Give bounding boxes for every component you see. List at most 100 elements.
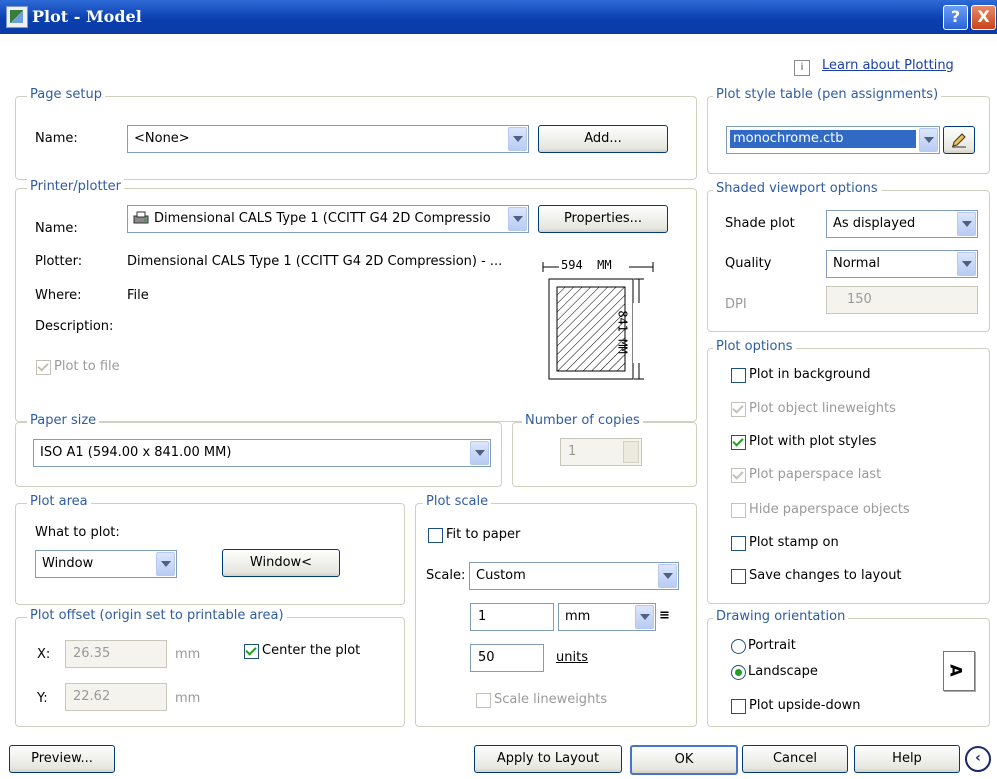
collapse-arrow-icon[interactable]: ‹	[965, 746, 991, 772]
equals-icon: ≡	[659, 608, 670, 623]
plot-scale-legend: Plot scale	[423, 494, 492, 509]
portrait-radio[interactable]	[731, 639, 746, 654]
window-title: Plot - Model	[32, 7, 142, 26]
orientation-preview-icon: A	[943, 651, 975, 691]
plot-option-checkbox[interactable]	[731, 569, 746, 584]
chevron-down-icon[interactable]	[508, 127, 527, 151]
plot-option-label[interactable]: Save changes to layout	[749, 568, 902, 583]
quality-value: Normal	[833, 256, 881, 271]
portrait-label[interactable]: Portrait	[748, 638, 796, 653]
help-title-button[interactable]: ?	[943, 5, 968, 30]
plot-offset-legend: Plot offset (origin set to printable are…	[27, 608, 287, 623]
preview-button[interactable]: Preview...	[9, 745, 115, 773]
copies-value: 1	[568, 444, 577, 459]
title-bar: Plot - Model ? X	[0, 0, 997, 34]
what-to-plot-value: Window	[42, 556, 94, 571]
paper-size-legend: Paper size	[27, 413, 100, 428]
y-offset-input: 22.62	[65, 683, 167, 711]
preview-height-label: 841 MM	[615, 310, 630, 354]
landscape-label[interactable]: Landscape	[748, 664, 818, 679]
scale-value1-input[interactable]: 1	[470, 603, 554, 631]
scale-unit-select[interactable]: mm	[558, 603, 656, 631]
shade-plot-label: Shade plot	[725, 216, 795, 231]
close-button[interactable]: X	[971, 5, 996, 30]
plot-options-legend: Plot options	[713, 339, 796, 354]
paper-size-select[interactable]: ISO A1 (594.00 x 841.00 MM)	[33, 439, 491, 467]
chevron-down-icon[interactable]	[957, 252, 976, 276]
fit-to-paper-label[interactable]: Fit to paper	[446, 527, 520, 542]
scale-select[interactable]: Custom	[469, 562, 679, 590]
page-setup-name-value: <None>	[134, 131, 190, 146]
chevron-down-icon[interactable]	[919, 128, 938, 152]
what-to-plot-label: What to plot:	[35, 525, 120, 540]
printer-name-label: Name:	[35, 221, 78, 236]
quality-label: Quality	[725, 256, 772, 271]
quality-select[interactable]: Normal	[826, 250, 978, 278]
pencil-edit-icon	[952, 133, 966, 148]
dpi-label: DPI	[725, 297, 747, 312]
scale-lineweights-checkbox	[476, 693, 491, 708]
center-plot-checkbox[interactable]	[244, 644, 259, 659]
scale-value: Custom	[476, 568, 526, 583]
shaded-viewport-legend: Shaded viewport options	[713, 181, 881, 196]
where-label: Where:	[35, 288, 82, 303]
plot-option-checkbox	[731, 468, 746, 483]
page-setup-legend: Page setup	[27, 87, 105, 102]
learn-about-plotting-link[interactable]: Learn about Plotting	[822, 58, 954, 73]
ok-button[interactable]: OK	[630, 745, 738, 775]
scale-value2-input[interactable]: 50	[470, 644, 544, 672]
add-button[interactable]: Add...	[538, 125, 668, 153]
plot-option-checkbox[interactable]	[731, 368, 746, 383]
fit-to-paper-checkbox[interactable]	[428, 528, 443, 543]
shade-plot-select[interactable]: As displayed	[826, 210, 978, 238]
plot-to-file-checkbox	[36, 360, 51, 375]
chevron-down-icon[interactable]	[957, 212, 976, 236]
description-label: Description:	[35, 319, 114, 334]
printer-icon	[132, 211, 150, 225]
page-setup-name-select[interactable]: <None>	[127, 125, 529, 153]
scale-value1: 1	[478, 609, 487, 624]
edit-plot-style-button[interactable]	[943, 126, 975, 154]
properties-button[interactable]: Properties...	[538, 205, 668, 233]
plot-option-checkbox	[731, 402, 746, 417]
plot-upside-down-label[interactable]: Plot upside-down	[749, 698, 861, 713]
plot-option-label[interactable]: Plot stamp on	[749, 535, 839, 550]
landscape-radio[interactable]	[731, 665, 746, 680]
chevron-down-icon[interactable]	[635, 605, 654, 629]
plot-option-label[interactable]: Plot with plot styles	[749, 434, 876, 449]
plot-option-label[interactable]: Plot in background	[749, 367, 871, 382]
plot-option-checkbox[interactable]	[731, 536, 746, 551]
window-pick-button[interactable]: Window<	[222, 549, 340, 577]
paper-size-value: ISO A1 (594.00 x 841.00 MM)	[40, 445, 232, 460]
scale-units-label: units	[556, 650, 588, 665]
plot-option-label: Plot object lineweights	[749, 401, 896, 416]
plot-style-legend: Plot style table (pen assignments)	[713, 87, 942, 102]
scale-unit-value: mm	[565, 609, 591, 624]
plot-upside-down-checkbox[interactable]	[731, 699, 746, 714]
what-to-plot-select[interactable]: Window	[35, 550, 177, 578]
cancel-button[interactable]: Cancel	[742, 745, 848, 773]
chevron-down-icon[interactable]	[658, 564, 677, 588]
plotter-label: Plotter:	[35, 254, 83, 269]
chevron-down-icon[interactable]	[470, 441, 489, 465]
printer-name-select[interactable]: Dimensional CALS Type 1 (CCITT G4 2D Com…	[127, 205, 529, 233]
center-plot-label[interactable]: Center the plot	[262, 643, 360, 658]
apply-to-layout-button[interactable]: Apply to Layout	[474, 745, 622, 773]
chevron-down-icon[interactable]	[156, 552, 175, 576]
where-value: File	[127, 288, 149, 303]
copies-spinner: 1	[560, 438, 642, 466]
x-offset-value: 26.35	[73, 646, 111, 661]
plot-option-checkbox	[731, 503, 746, 518]
help-button[interactable]: Help	[854, 745, 960, 773]
dpi-value: 150	[847, 292, 872, 307]
plot-style-select[interactable]: monochrome.ctb	[726, 126, 940, 154]
y-unit-label: mm	[175, 691, 201, 706]
chevron-down-icon[interactable]	[508, 207, 527, 231]
info-icon: i	[794, 60, 810, 76]
plot-option-checkbox[interactable]	[731, 435, 746, 450]
plot-style-value: monochrome.ctb	[733, 131, 844, 146]
y-offset-value: 22.62	[73, 689, 111, 704]
plot-option-label: Plot paperspace last	[749, 467, 882, 482]
scale-lineweights-label: Scale lineweights	[494, 692, 608, 707]
printer-plotter-legend: Printer/plotter	[27, 179, 124, 194]
